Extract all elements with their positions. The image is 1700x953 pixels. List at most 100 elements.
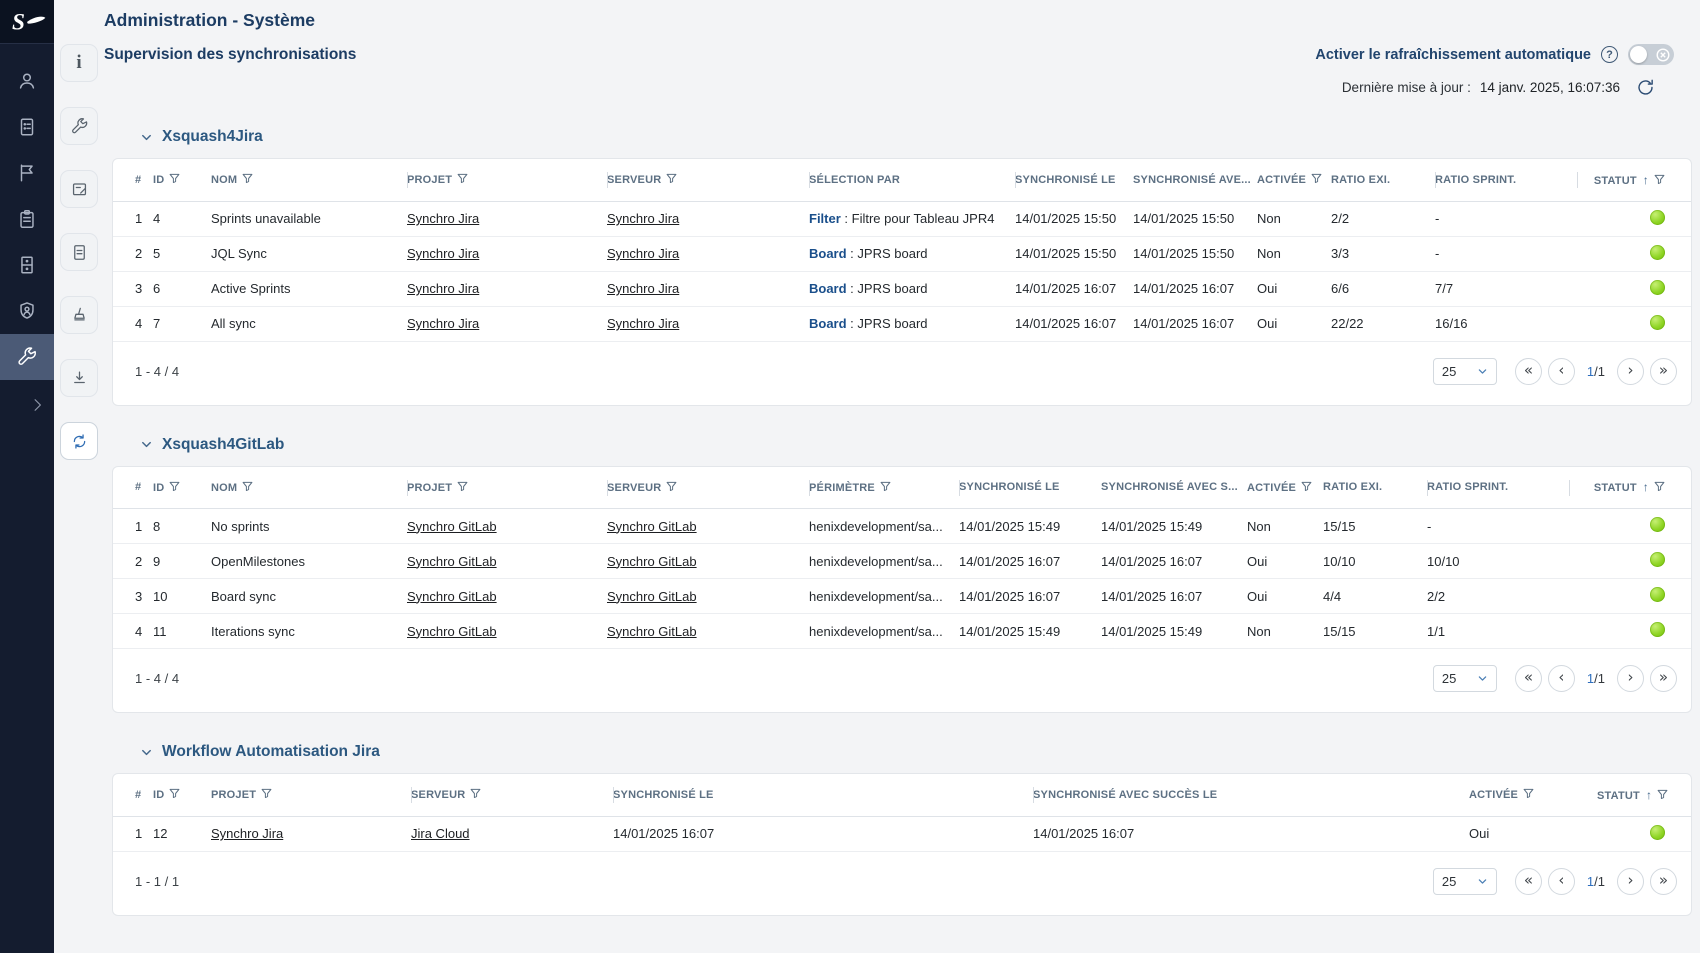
filter-icon[interactable] <box>457 481 468 492</box>
projet-link[interactable]: Synchro GitLab <box>407 624 497 639</box>
filter-icon[interactable] <box>261 788 272 799</box>
sidebar-item-security[interactable] <box>0 288 54 334</box>
filter-icon[interactable] <box>666 481 677 492</box>
projet-link[interactable]: Synchro Jira <box>407 246 479 261</box>
filter-icon[interactable] <box>1311 173 1322 184</box>
column-header-serveur[interactable]: SERVEUR <box>607 159 809 201</box>
serveur-link[interactable]: Synchro GitLab <box>607 624 697 639</box>
column-header-serveur[interactable]: SERVEUR <box>411 774 613 816</box>
serveur-link[interactable]: Synchro Jira <box>607 281 679 296</box>
auto-refresh-toggle[interactable] <box>1628 44 1674 65</box>
sidebar-item-administration[interactable] <box>0 334 54 380</box>
column-header-projet[interactable]: PROJET <box>211 774 411 816</box>
serveur-link[interactable]: Synchro Jira <box>607 316 679 331</box>
filter-icon[interactable] <box>169 788 180 799</box>
ratio-exi-cell: 6/6 <box>1331 271 1435 306</box>
filter-icon[interactable] <box>169 481 180 492</box>
next-page-button[interactable]: › <box>1617 665 1644 692</box>
column-header-id[interactable]: ID <box>153 467 211 509</box>
column-header-statut[interactable]: STATUT↑ <box>1577 159 1691 201</box>
filter-icon[interactable] <box>666 173 677 184</box>
column-header-statut[interactable]: STATUT↑ <box>1597 774 1691 816</box>
filter-icon[interactable] <box>1657 789 1668 800</box>
projet-link[interactable]: Synchro Jira <box>407 281 479 296</box>
next-page-button[interactable]: › <box>1617 868 1644 895</box>
serveur-link[interactable]: Synchro GitLab <box>607 589 697 604</box>
rail-documents-button[interactable] <box>60 233 98 271</box>
section-header-xsquash4jira[interactable]: Xsquash4Jira <box>104 128 1692 146</box>
previous-page-button[interactable]: ‹ <box>1548 868 1575 895</box>
first-page-button[interactable]: « <box>1515 358 1542 385</box>
column-header-synchronise-le: SYNCHRONISÉ LE <box>613 774 1033 816</box>
column-header-statut[interactable]: STATUT↑ <box>1569 467 1691 509</box>
column-header-id[interactable]: ID <box>153 774 211 816</box>
filter-icon[interactable] <box>1523 788 1534 799</box>
refresh-button[interactable] <box>1635 77 1656 98</box>
last-page-button[interactable]: » <box>1650 868 1677 895</box>
activee-cell: Oui <box>1247 544 1323 579</box>
serveur-link[interactable]: Jira Cloud <box>411 826 470 841</box>
serveur-link[interactable]: Synchro Jira <box>607 246 679 261</box>
filter-icon[interactable] <box>242 173 253 184</box>
filter-icon[interactable] <box>470 788 481 799</box>
rail-cleanup-button[interactable] <box>60 296 98 334</box>
serveur-link[interactable]: Synchro GitLab <box>607 519 697 534</box>
projet-link[interactable]: Synchro GitLab <box>407 554 497 569</box>
index-cell: 1 <box>113 509 153 544</box>
filter-icon[interactable] <box>457 173 468 184</box>
first-page-button[interactable]: « <box>1515 665 1542 692</box>
rail-synchronizations-button[interactable] <box>60 422 98 460</box>
rail-modification-button[interactable] <box>60 170 98 208</box>
column-header-projet[interactable]: PROJET <box>407 159 607 201</box>
rail-system-button[interactable] <box>60 107 98 145</box>
activee-cell: Oui <box>1257 271 1331 306</box>
sidebar-collapse-chevron[interactable] <box>0 396 54 414</box>
serveur-link[interactable]: Synchro Jira <box>607 211 679 226</box>
filter-icon[interactable] <box>1654 174 1665 185</box>
filter-icon[interactable] <box>1654 481 1665 492</box>
column-header-serveur[interactable]: SERVEUR <box>607 467 809 509</box>
column-header-activee[interactable]: ACTIVÉE <box>1247 467 1323 509</box>
column-header-projet[interactable]: PROJET <box>407 467 607 509</box>
projet-link[interactable]: Synchro Jira <box>407 316 479 331</box>
table-card: #IDNOMPROJETSERVEURSÉLECTION PARSYNCHRON… <box>112 158 1692 406</box>
column-header-perimetre[interactable]: PÉRIMÈTRE <box>809 467 959 509</box>
column-header-nom[interactable]: NOM <box>211 467 407 509</box>
sidebar-item-campaigns[interactable] <box>0 150 54 196</box>
last-page-button[interactable]: » <box>1650 665 1677 692</box>
sidebar-item-test-cases[interactable] <box>0 196 54 242</box>
serveur-link[interactable]: Synchro GitLab <box>607 554 697 569</box>
filter-icon[interactable] <box>880 481 891 492</box>
column-header-id[interactable]: ID <box>153 159 211 201</box>
page-indicator: 1/1 <box>1587 671 1605 686</box>
previous-page-button[interactable]: ‹ <box>1548 358 1575 385</box>
sidebar-item-executions[interactable] <box>0 242 54 288</box>
column-header-nom[interactable]: NOM <box>211 159 407 201</box>
previous-page-button[interactable]: ‹ <box>1548 665 1575 692</box>
filter-icon[interactable] <box>169 173 180 184</box>
projet-link[interactable]: Synchro Jira <box>211 826 283 841</box>
first-page-button[interactable]: « <box>1515 868 1542 895</box>
page-size-select[interactable]: 25 <box>1433 358 1497 385</box>
projet-link[interactable]: Synchro GitLab <box>407 519 497 534</box>
next-page-button[interactable]: › <box>1617 358 1644 385</box>
rail-downloads-button[interactable] <box>60 359 98 397</box>
rail-info-button[interactable]: i <box>60 44 98 82</box>
filter-icon[interactable] <box>242 481 253 492</box>
ratio-exi-cell: 22/22 <box>1331 306 1435 341</box>
last-page-button[interactable]: » <box>1650 358 1677 385</box>
chevron-down-icon <box>140 131 153 144</box>
section-header-workflow[interactable]: Workflow Automatisation Jira <box>104 743 1692 761</box>
sidebar-item-user[interactable] <box>0 58 54 104</box>
projet-link[interactable]: Synchro Jira <box>407 211 479 226</box>
squash-logo[interactable]: S <box>0 0 54 44</box>
column-header-activee[interactable]: ACTIVÉE <box>1257 159 1331 201</box>
projet-link[interactable]: Synchro GitLab <box>407 589 497 604</box>
filter-icon[interactable] <box>1301 481 1312 492</box>
sidebar-item-requirements[interactable] <box>0 104 54 150</box>
section-header-xsquash4gitlab[interactable]: Xsquash4GitLab <box>104 436 1692 454</box>
page-size-select[interactable]: 25 <box>1433 665 1497 692</box>
column-header-activee[interactable]: ACTIVÉE <box>1469 774 1597 816</box>
help-icon[interactable]: ? <box>1601 46 1618 63</box>
page-size-select[interactable]: 25 <box>1433 868 1497 895</box>
